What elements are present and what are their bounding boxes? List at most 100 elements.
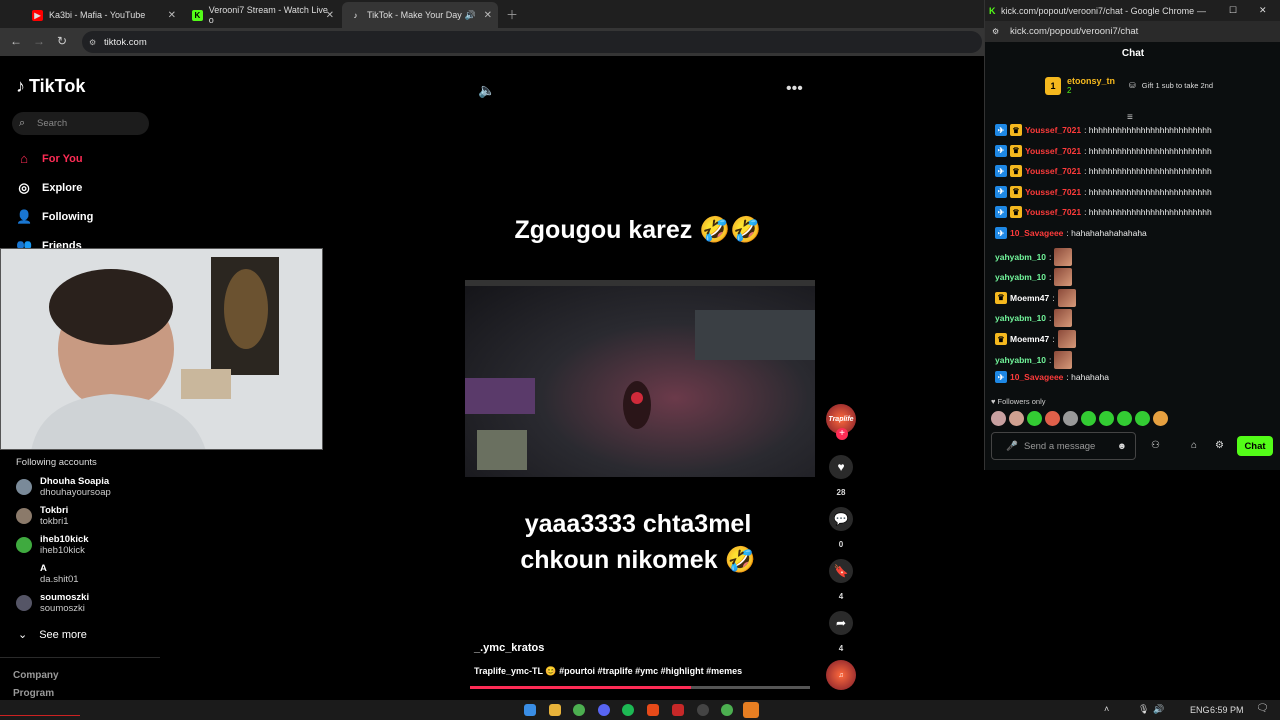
chat-username[interactable]: yahyabm_10	[995, 355, 1046, 365]
gift-prompt[interactable]: Gift 1 sub to take 2nd	[1142, 81, 1213, 90]
account-item[interactable]: iheb10kick iheb10kick	[16, 534, 89, 556]
maximize-icon[interactable]: ☐	[1229, 5, 1237, 16]
search-input[interactable]: ⌕ Search	[12, 112, 149, 135]
address-bar[interactable]: ⚙ tiktok.com	[82, 31, 982, 53]
tab-youtube[interactable]: ▶ Ka3bi - Mafia - YouTube ✕	[24, 2, 182, 28]
emote-icon[interactable]	[991, 411, 1006, 426]
emote-icon[interactable]	[1117, 411, 1132, 426]
site-info-icon[interactable]: ⚙	[992, 27, 999, 36]
chrome-icon[interactable]	[721, 704, 733, 716]
tiktok-logo[interactable]: ♪ TikTok	[16, 76, 85, 97]
account-item[interactable]: Ada.shit01	[16, 563, 79, 585]
volume-icon[interactable]: 🔈	[478, 82, 495, 99]
chat-username[interactable]: 10_Savageee	[1010, 228, 1063, 238]
tab-kick[interactable]: K Verooni7 Stream - Watch Live o ✕	[184, 2, 340, 28]
chat-username[interactable]: yahyabm_10	[995, 313, 1046, 323]
reload-icon[interactable]: ↻	[57, 34, 67, 48]
account-item[interactable]: soumoszki soumoszki	[16, 592, 89, 614]
people-icon[interactable]: ⚇	[1151, 440, 1160, 451]
app-icon[interactable]	[743, 702, 759, 718]
clock[interactable]: 6:59 PM	[1210, 705, 1244, 715]
chat-username[interactable]: Youssef_7021	[1025, 207, 1081, 217]
volume-icon[interactable]: 🔊	[1153, 704, 1164, 715]
account-item[interactable]: Tokbri tokbri1	[16, 505, 69, 527]
nav-explore[interactable]: ◎ Explore	[16, 180, 82, 196]
taskbar-start[interactable]	[0, 704, 80, 716]
see-more-button[interactable]: ⌄ See more	[18, 628, 87, 642]
settings-icon[interactable]: ⚙	[1215, 440, 1224, 451]
app-icon[interactable]	[672, 704, 684, 716]
chat-username[interactable]: Youssef_7021	[1025, 166, 1081, 176]
chat-username[interactable]: Youssef_7021	[1025, 187, 1081, 197]
crown-badge-icon: ♛	[1010, 165, 1022, 178]
video-author[interactable]: _.ymc_kratos	[474, 642, 544, 654]
speaker-icon[interactable]: 🔊	[465, 10, 476, 21]
nav-following[interactable]: 👤 Following	[16, 209, 93, 225]
verified-badge-icon: ✈	[995, 144, 1007, 157]
chat-username[interactable]: 10_Savageee	[1010, 372, 1063, 382]
emote-icon[interactable]	[1063, 411, 1078, 426]
chat-message: yahyabm_10:	[995, 309, 1073, 328]
video-frame[interactable]	[465, 280, 815, 477]
chat-username[interactable]: Moemn47	[1010, 334, 1049, 344]
emote-icon[interactable]	[1153, 411, 1168, 426]
site-info-icon[interactable]: ⚙	[89, 38, 96, 47]
chat-input[interactable]: 🎤 Send a message ☻	[991, 432, 1136, 460]
account-item[interactable]: Dhouha Soapia dhouhayoursoap	[16, 476, 111, 498]
notification-icon[interactable]: 🗨	[1256, 703, 1269, 714]
follow-plus-icon[interactable]: +	[836, 428, 848, 440]
share-button[interactable]: ➦	[829, 611, 853, 635]
discord-icon[interactable]	[598, 704, 610, 716]
sound-avatar[interactable]: ♫	[826, 660, 856, 690]
save-button[interactable]: 🔖	[829, 559, 853, 583]
like-button[interactable]: ♥	[829, 455, 853, 479]
close-icon[interactable]: ✕	[168, 10, 176, 21]
nav-for-you[interactable]: ⌂ For You	[16, 151, 82, 166]
close-icon[interactable]: ✕	[484, 10, 492, 21]
tray-chevron-icon[interactable]: ˄	[1104, 704, 1109, 714]
more-options-icon[interactable]: •••	[786, 80, 803, 98]
store-icon[interactable]: ⌂	[1191, 440, 1197, 451]
account-handle: tokbri1	[40, 516, 69, 527]
app-icon[interactable]	[697, 704, 709, 716]
emote-icon[interactable]	[1027, 411, 1042, 426]
account-name: Dhouha Soapia	[40, 476, 110, 487]
chat-message: ✈ 10_Savageee: hahahahahahahaha	[995, 227, 1147, 239]
close-icon[interactable]: ✕	[1259, 5, 1267, 16]
popout-address-bar[interactable]: ⚙ kick.com/popout/verooni7/chat	[985, 21, 1280, 42]
microphone-icon[interactable]: 🎤	[1006, 441, 1018, 452]
edge-icon[interactable]	[524, 704, 536, 716]
emote-icon[interactable]	[1099, 411, 1114, 426]
footer-company-link[interactable]: Company	[13, 670, 59, 681]
emote-icon[interactable]	[1135, 411, 1150, 426]
folder-icon[interactable]	[549, 704, 561, 716]
avatar	[16, 508, 32, 524]
emote-icon[interactable]	[1045, 411, 1060, 426]
avatar	[16, 537, 32, 553]
app-icon[interactable]	[647, 704, 659, 716]
send-chat-button[interactable]: Chat	[1237, 436, 1273, 456]
forward-icon[interactable]: →	[33, 34, 45, 48]
new-tab-button[interactable]: ＋	[506, 6, 518, 23]
minimize-icon[interactable]: —	[1197, 6, 1206, 16]
comment-button[interactable]: 💬	[829, 507, 853, 531]
filter-icon[interactable]: ≡	[1127, 112, 1133, 123]
chrome-icon[interactable]	[573, 704, 585, 716]
close-icon[interactable]: ✕	[326, 10, 334, 21]
tab-tiktok[interactable]: ♪ TikTok - Make Your Day 🔊 ✕	[342, 2, 498, 28]
microphone-icon[interactable]: 🎙	[1138, 704, 1149, 715]
video-progress-bar[interactable]	[470, 686, 810, 689]
emoji-icon[interactable]: ☻	[1117, 441, 1127, 452]
back-icon[interactable]: ←	[10, 34, 22, 48]
chat-username[interactable]: yahyabm_10	[995, 272, 1046, 282]
emote-icon[interactable]	[1009, 411, 1024, 426]
language-indicator[interactable]: ENG	[1190, 705, 1210, 715]
chat-username[interactable]: yahyabm_10	[995, 252, 1046, 262]
spotify-icon[interactable]	[622, 704, 634, 716]
chat-username[interactable]: Youssef_7021	[1025, 125, 1081, 135]
emote-icon[interactable]	[1081, 411, 1096, 426]
home-icon: ⌂	[20, 151, 28, 166]
chat-username[interactable]: Youssef_7021	[1025, 146, 1081, 156]
footer-program-link[interactable]: Program	[13, 688, 54, 699]
chat-username[interactable]: Moemn47	[1010, 293, 1049, 303]
